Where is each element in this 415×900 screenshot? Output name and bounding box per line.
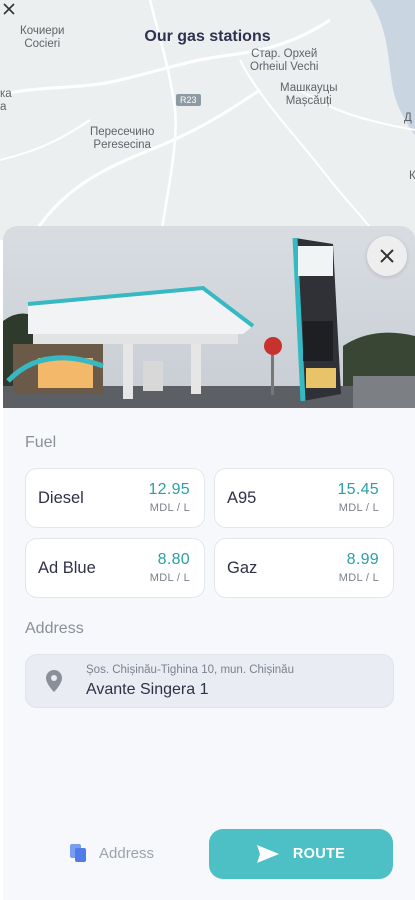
address-line: Șos. Chișinău-Tighina 10, mun. Chișinău	[86, 664, 294, 676]
fuel-price: 12.95	[148, 481, 190, 498]
fuel-price: 15.45	[337, 481, 379, 498]
fuel-card-diesel[interactable]: Diesel 12.95 MDL / L	[25, 468, 205, 528]
fuel-card-adblue[interactable]: Ad Blue 8.80 MDL / L	[25, 538, 205, 598]
station-name: Avante Singera 1	[86, 681, 209, 698]
address-section-title: Address	[25, 620, 84, 637]
fuel-unit: MDL / L	[338, 572, 379, 584]
map-view[interactable]: Our gas stations Кочиери Cocieri ка a Стар…	[0, 0, 415, 240]
close-button[interactable]	[367, 236, 407, 276]
fuel-section-title: Fuel	[25, 434, 57, 451]
fuel-unit: MDL / L	[149, 502, 190, 514]
place-oreheiul-vechi: Стар. Орхей Orheiul Vechi	[250, 48, 319, 73]
back-arrow-icon[interactable]	[0, 0, 18, 18]
fuel-unit: MDL / L	[338, 502, 379, 514]
place-fragment-right-k: К	[409, 170, 415, 182]
road-number-badge: R23	[176, 94, 201, 106]
address-field[interactable]: Șos. Chișinău-Tighina 10, mun. Chișinău …	[25, 654, 394, 708]
place-fragment-right-d: Д	[404, 112, 412, 124]
copy-address-label: Address	[99, 844, 155, 862]
fuel-unit: MDL / L	[149, 572, 190, 584]
place-cocieri: Кочиери Cocieri	[20, 25, 65, 50]
fuel-card-gaz[interactable]: Gaz 8.99 MDL / L	[214, 538, 394, 598]
location-pin-icon	[46, 670, 62, 692]
fuel-name: A95	[227, 489, 257, 507]
fuel-price: 8.99	[346, 551, 379, 568]
place-mascauti: Машкауцы Mașcăuți	[280, 82, 338, 107]
place-peresecina: Пересечино Peresecina	[90, 126, 155, 151]
fuel-price: 8.80	[157, 551, 190, 568]
copy-address-button[interactable]: Address	[69, 840, 154, 866]
fuel-name: Ad Blue	[38, 559, 96, 577]
route-button[interactable]: ROUTE	[209, 829, 393, 879]
station-photo	[3, 226, 415, 408]
place-fragment-left: ка a	[0, 88, 12, 113]
fuel-name: Diesel	[38, 489, 84, 507]
station-details-sheet: Fuel Diesel 12.95 MDL / L A95 15.45 MDL …	[3, 226, 415, 900]
route-label: ROUTE	[292, 846, 346, 862]
send-icon	[256, 845, 279, 863]
close-icon	[380, 249, 394, 263]
fuel-card-a95[interactable]: A95 15.45 MDL / L	[214, 468, 394, 528]
copy-icon	[70, 844, 86, 862]
fuel-name: Gaz	[227, 559, 258, 577]
